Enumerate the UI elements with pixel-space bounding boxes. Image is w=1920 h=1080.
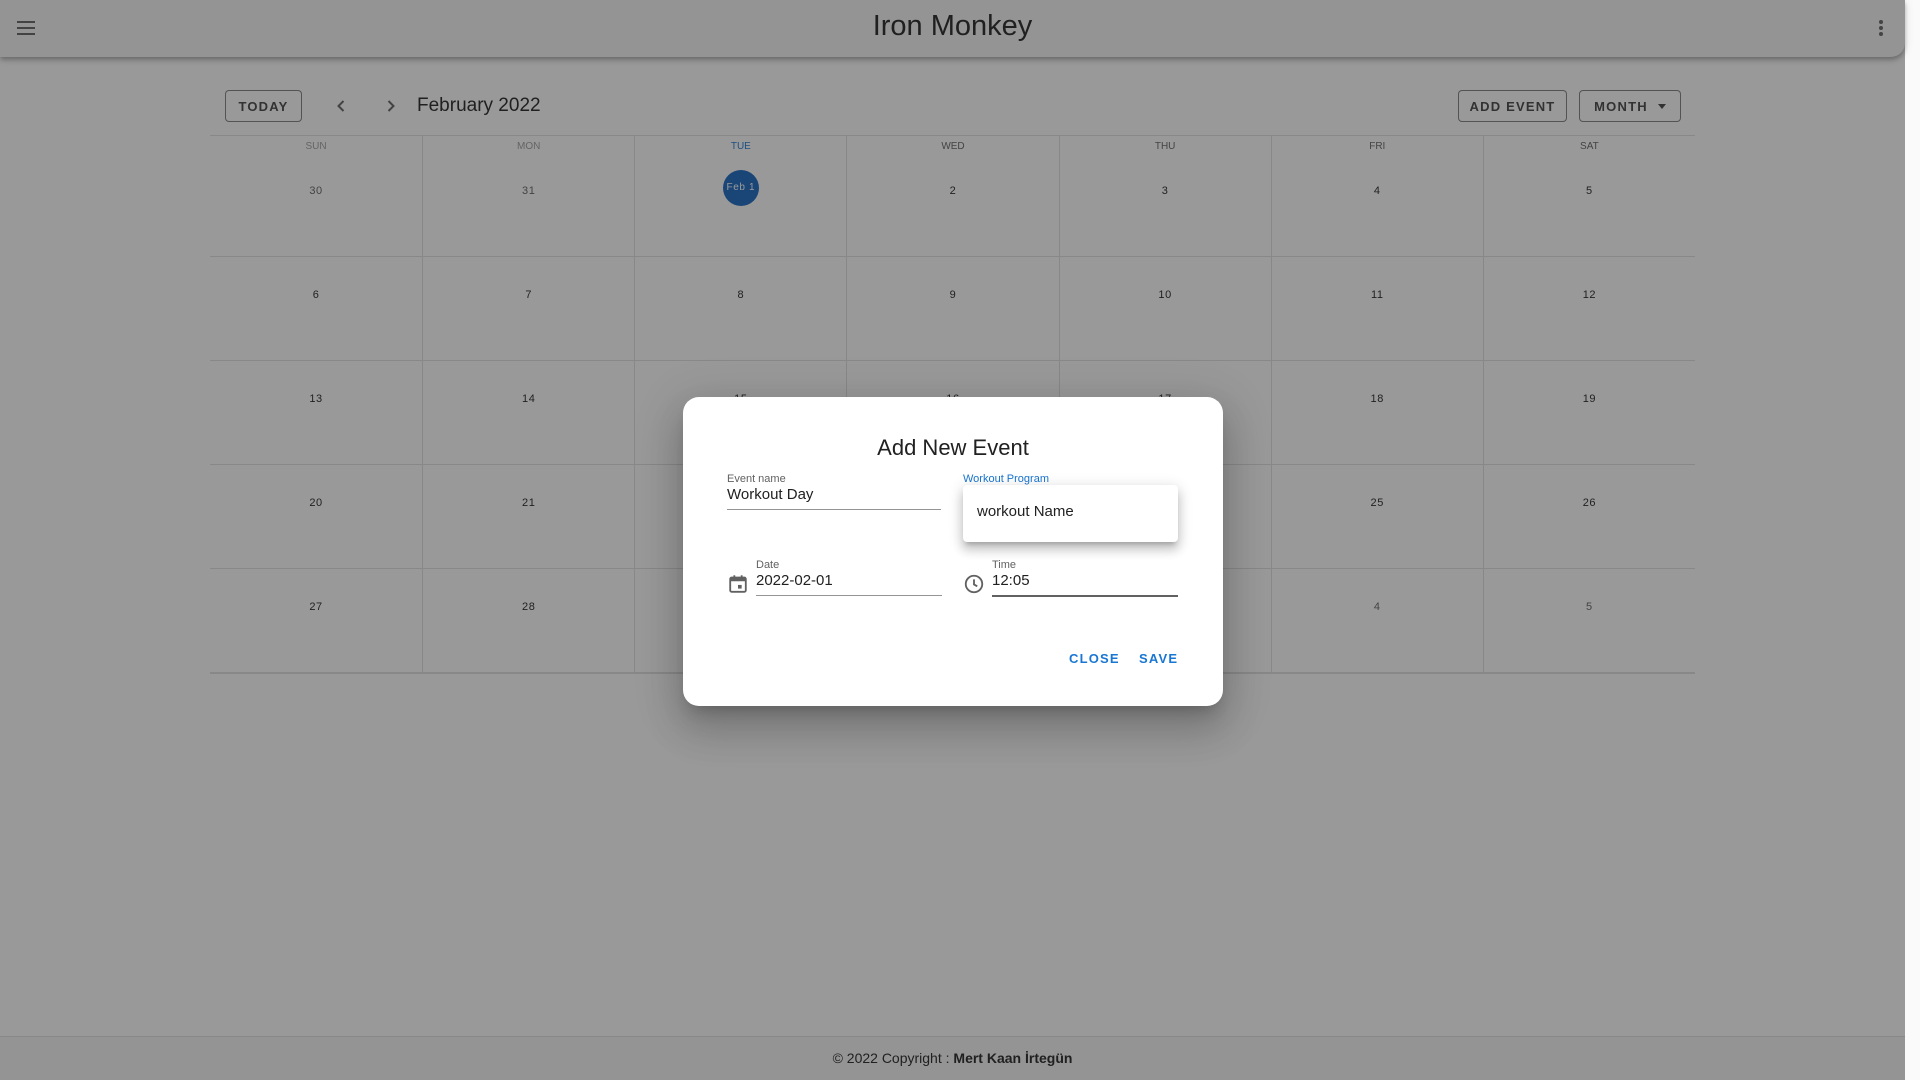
time-field[interactable]: Time 12:05 (992, 559, 1178, 597)
dialog-title: Add New Event (877, 435, 1029, 460)
calendar-icon-svg (729, 575, 747, 593)
add-event-dialog: Add New Event Event name Workout Day Wor… (683, 397, 1223, 706)
workout-program-option[interactable]: workout Name (963, 485, 1178, 538)
event-name-underline (727, 509, 941, 510)
time-underline (992, 595, 1178, 597)
date-underline (756, 595, 942, 596)
time-label: Time (992, 559, 1017, 571)
date-label: Date (756, 559, 780, 571)
clock-icon-svg (964, 574, 984, 594)
save-button[interactable]: SAVE (1139, 651, 1178, 666)
workout-program-label: Workout Program (963, 473, 1049, 485)
event-name-field[interactable]: Event name Workout Day (727, 473, 941, 510)
date-field[interactable]: Date 2022-02-01 (756, 559, 942, 596)
event-name-label: Event name (727, 473, 786, 485)
time-input[interactable]: 12:05 (992, 572, 1178, 595)
clock-icon[interactable] (963, 573, 985, 595)
page: Iron Monkey TODAY February 2022 ADD EVEN… (0, 0, 1905, 1080)
date-input[interactable]: 2022-02-01 (756, 572, 942, 595)
event-name-input[interactable]: Workout Day (727, 486, 941, 509)
close-button[interactable]: CLOSE (1069, 651, 1120, 666)
workout-program-menu: workout Name (963, 485, 1178, 542)
calendar-icon[interactable] (727, 573, 749, 595)
